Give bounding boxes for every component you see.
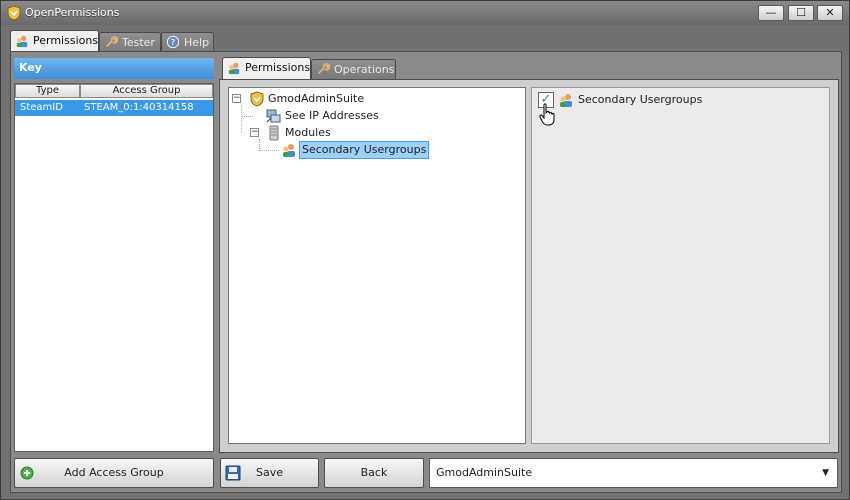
add-access-group-button[interactable]: Add Access Group xyxy=(14,458,214,488)
users-icon xyxy=(228,62,240,75)
button-label: Save xyxy=(255,466,283,479)
access-group-list[interactable]: Type Access Group SteamID STEAM_0:1:4031… xyxy=(14,83,214,452)
save-button[interactable]: Save xyxy=(220,458,319,488)
collapse-icon[interactable]: − xyxy=(232,94,241,103)
tab-label: Tester xyxy=(122,36,155,49)
tab-inner-permissions[interactable]: Permissions xyxy=(222,57,311,79)
tab-help[interactable]: ? Help xyxy=(161,32,214,52)
tab-inner-operations[interactable]: Operations xyxy=(311,59,396,79)
list-item[interactable]: SteamID STEAM_0:1:40314158 xyxy=(15,100,213,116)
addon-select-value: GmodAdminSuite xyxy=(436,466,533,479)
wrench-icon xyxy=(106,36,118,47)
tab-label: Operations xyxy=(334,63,395,76)
title-bar[interactable]: OpenPermissions — ☐ ✕ xyxy=(1,1,849,25)
server-icon xyxy=(269,125,279,141)
close-button[interactable]: ✕ xyxy=(817,5,843,21)
column-header-access-group[interactable]: Access Group xyxy=(80,84,213,98)
users-icon xyxy=(16,35,28,48)
permission-label: Secondary Usergroups xyxy=(578,93,703,106)
tree-node-label: Modules xyxy=(285,126,331,139)
collapse-icon[interactable]: − xyxy=(250,128,259,137)
shield-icon xyxy=(7,5,21,21)
button-label: Add Access Group xyxy=(64,466,164,479)
minimize-button[interactable]: — xyxy=(758,5,784,21)
add-icon xyxy=(20,466,34,480)
back-button[interactable]: Back xyxy=(324,458,424,488)
tab-permissions[interactable]: Permissions xyxy=(10,30,99,52)
row-access-group: STEAM_0:1:40314158 xyxy=(84,102,194,113)
main-window: OpenPermissions — ☐ ✕ Permissions Tester… xyxy=(0,0,850,500)
tree-node-label: See IP Addresses xyxy=(285,109,379,122)
hand-cursor-icon xyxy=(539,103,555,126)
row-type: SteamID xyxy=(20,102,63,113)
column-header-type[interactable]: Type xyxy=(15,84,80,98)
permission-tree[interactable]: − GmodAdminSuite See IP Addresses − Modu… xyxy=(228,87,526,444)
maximize-button[interactable]: ☐ xyxy=(788,5,814,21)
tree-node-label: GmodAdminSuite xyxy=(268,92,365,105)
users-icon xyxy=(283,144,295,157)
users-icon xyxy=(560,94,572,107)
window-title: OpenPermissions xyxy=(25,6,120,19)
wrench-icon xyxy=(318,63,330,74)
tree-node-label: Secondary Usergroups xyxy=(299,141,430,159)
shield-icon xyxy=(250,91,264,107)
svg-text:?: ? xyxy=(171,39,176,49)
help-icon: ? xyxy=(166,35,180,49)
key-panel-header: Key xyxy=(14,58,214,79)
chevron-down-icon[interactable]: ▼ xyxy=(822,459,829,487)
floppy-disk-icon xyxy=(225,465,241,481)
tab-label: Permissions xyxy=(33,34,99,47)
tab-label: Permissions xyxy=(245,61,311,74)
tab-label: Help xyxy=(184,36,210,49)
permission-detail-panel: ✓ Secondary Usergroups xyxy=(531,87,830,444)
network-icon xyxy=(266,109,281,123)
addon-select[interactable]: GmodAdminSuite ▼ xyxy=(429,458,838,488)
tab-tester[interactable]: Tester xyxy=(99,32,161,52)
